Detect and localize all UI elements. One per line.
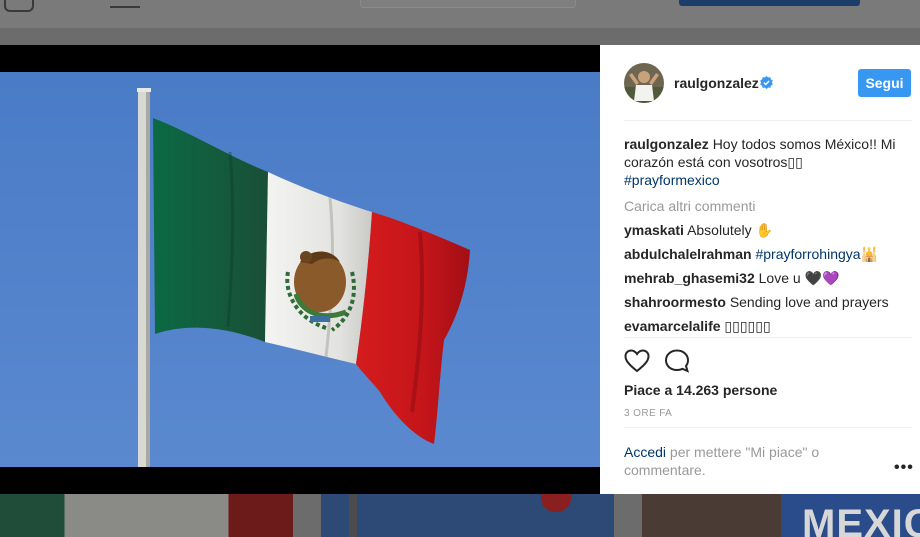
divider — [624, 337, 912, 338]
login-prompt: Accedi per mettere "Mi piace" o commenta… — [624, 443, 854, 479]
like-count[interactable]: Piace a 14.263 persone — [624, 382, 777, 398]
comment-username[interactable]: shahroormesto — [624, 294, 726, 310]
load-more-comments-link[interactable]: Carica altri commenti — [624, 197, 914, 215]
follow-button[interactable]: Segui — [858, 69, 911, 97]
post-photo[interactable] — [0, 72, 600, 467]
post-modal: raulgonzalez Segui raulgonzalez Hoy todo… — [0, 45, 920, 494]
comment-item: mehrab_ghasemi32 Love u 🖤💜 — [624, 269, 914, 287]
post-caption: raulgonzalez Hoy todos somos México!! Mi… — [624, 135, 914, 189]
avatar[interactable] — [624, 63, 664, 103]
more-options-button[interactable]: ••• — [894, 459, 914, 477]
comment-hashtag-link[interactable]: #prayforrohingya🕌 — [755, 246, 878, 262]
caption-username[interactable]: raulgonzalez — [624, 136, 709, 152]
grid-thumbnail — [321, 494, 614, 537]
comment-text: ▯▯▯▯▯▯ — [724, 318, 771, 334]
comment-text: Sending love and prayers — [729, 294, 889, 310]
comment-icon[interactable] — [664, 349, 690, 373]
post-author-username[interactable]: raulgonzalez — [674, 75, 759, 91]
comment-text: Love u 🖤💜 — [758, 270, 840, 286]
login-link[interactable]: Accedi — [624, 444, 666, 460]
comment-username[interactable]: abdulchalelrahman — [624, 246, 752, 262]
caption-emoji: ▯▯ — [787, 154, 803, 170]
post-media — [0, 45, 600, 494]
comment-username[interactable]: mehrab_ghasemi32 — [624, 270, 755, 286]
comments-list: raulgonzalez Hoy todos somos México!! Mi… — [624, 135, 914, 335]
post-timestamp[interactable]: 3 ORE FA — [624, 408, 672, 419]
background-signup-button — [679, 0, 860, 6]
comment-text: Absolutely ✋ — [687, 222, 773, 238]
post-sidebar: raulgonzalez Segui raulgonzalez Hoy todo… — [600, 45, 920, 494]
comment-item: ymaskati Absolutely ✋ — [624, 221, 914, 239]
comment-username[interactable]: evamarcelalife — [624, 318, 721, 334]
comment-item: evamarcelalife ▯▯▯▯▯▯ — [624, 317, 914, 335]
post-header: raulgonzalez Segui — [600, 45, 920, 120]
grid-thumbnail — [0, 494, 293, 537]
verified-badge-icon — [760, 76, 773, 89]
background-top-bar — [0, 0, 920, 28]
comment-username[interactable]: ymaskati — [624, 222, 684, 238]
grid-thumbnail: MEXICO — [642, 494, 920, 537]
instagram-logo-icon — [4, 0, 34, 12]
heart-icon[interactable] — [624, 349, 650, 373]
comment-item: abdulchalelrahman #prayforrohingya🕌 — [624, 245, 914, 263]
comment-item: shahroormesto Sending love and prayers — [624, 293, 914, 311]
instagram-wordmark — [110, 0, 140, 8]
divider — [624, 427, 912, 428]
caption-hashtag-link[interactable]: #prayformexico — [624, 172, 720, 188]
divider — [624, 120, 912, 121]
background-search-input — [360, 0, 576, 8]
